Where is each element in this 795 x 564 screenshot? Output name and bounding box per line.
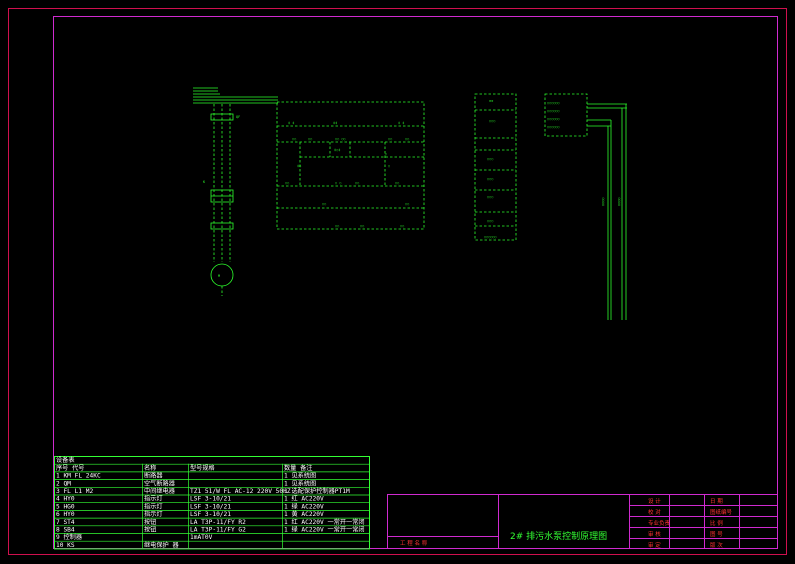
- svg-text:○○: ○○: [400, 224, 404, 228]
- parts-table-cell: 1 选配保护控制器PT1M: [284, 487, 350, 495]
- parts-table-cell: 按钮: [144, 518, 156, 526]
- svg-text:○○○: ○○○: [487, 195, 493, 199]
- parts-table-cell: 1 黄 AC220V: [284, 510, 324, 518]
- title-block-label: 审 核: [648, 530, 661, 538]
- title-block-label: 专业负责: [648, 519, 671, 527]
- svg-text:‡ ‡: ‡ ‡: [288, 121, 294, 125]
- title-block: 工 程 名 称 2# 排污水泵控制原理图 设 计 日 期校 对 图纸编号专业负责 比 …: [387, 494, 778, 549]
- svg-text:○○: ○○: [360, 224, 364, 228]
- outer-frame: [8, 8, 787, 555]
- title-block-label: 审 定: [648, 541, 661, 549]
- parts-table-cell: 1 KM FL 24KC: [56, 473, 101, 480]
- parts-table-cell: 1 绿 AC220V 一常开一常闭: [284, 526, 365, 534]
- title-block-label: 校 对: [648, 508, 661, 516]
- motor-symbol: [210, 263, 234, 287]
- svg-text:‡○‡: ‡○‡: [334, 148, 340, 152]
- title-block-value: 比 例: [710, 519, 723, 527]
- parts-table-cell: LSF 3-10/21: [190, 511, 231, 518]
- parts-table-cell: 2 QM: [56, 480, 71, 487]
- svg-text:○○○○: ○○○○: [601, 198, 605, 206]
- svg-text:○○○: ○○○: [487, 219, 493, 223]
- svg-text:○○○○○○: ○○○○○○: [547, 101, 560, 105]
- main-power-circuit: K QF M: [193, 87, 278, 296]
- parts-table-cell: LA T3P-11/FY G2: [190, 527, 246, 534]
- svg-text:○○○○○○: ○○○○○○: [547, 125, 560, 129]
- parts-table-cell: LA T3P-11/FY R2: [190, 519, 246, 526]
- parts-table-header: 数量 备注: [284, 464, 312, 472]
- parts-table-cell: 3 FL L1 M2: [56, 488, 94, 495]
- wiring-bundle: ○○○○○○ ○○○○○○ ○○○○○○ ○○○○○○ ○○○○ ○○○○: [544, 93, 627, 320]
- svg-text:⊙⊙: ⊙⊙: [489, 99, 493, 103]
- terminal-block: ⊙⊙○○○ ○○○○○○ ○○○○○○ ○○○○○○: [474, 93, 517, 241]
- svg-text:‡ ‡: ‡ ‡: [398, 121, 404, 125]
- parts-table-cell: 指示灯: [144, 502, 163, 510]
- svg-text:K: K: [203, 180, 206, 184]
- parts-table-cell: TZ1 51/W FL AC-12 220V 50HZ: [190, 488, 291, 495]
- svg-text:○○○○○○: ○○○○○○: [547, 109, 560, 113]
- parts-table-cell: 4 HY0: [56, 496, 75, 503]
- parts-table-cell: 指示灯: [144, 495, 163, 503]
- parts-table-cell: LSF 3-10/21: [190, 503, 231, 510]
- svg-text:○○: ○○: [322, 202, 326, 206]
- parts-table-cell: 1 绿 AC220V: [284, 502, 324, 510]
- parts-table-cell: 7 ST4: [56, 519, 75, 526]
- svg-text:○○○○○○: ○○○○○○: [484, 235, 497, 239]
- parts-table-header: 名称: [144, 464, 156, 472]
- svg-text:○: ○: [388, 164, 390, 168]
- parts-table-cell: LSF 3-10/21: [190, 496, 231, 503]
- svg-text:○○○: ○○○: [487, 157, 493, 161]
- svg-text:○○: ○○: [292, 137, 296, 141]
- svg-text:‡○: ‡○: [297, 164, 301, 168]
- parts-table-header: 型号规格: [190, 464, 216, 472]
- parts-table-cell: 中间继电器: [144, 487, 176, 495]
- drawing-title: 2# 排污水泵控制原理图: [510, 530, 607, 542]
- parts-table: 设备表序号 代号 名称 型号规格 数量 备注 1 KM FL 24KC 断路器 1 见系统图…: [54, 456, 370, 550]
- control-circuit: ‡ ‡ ‡‡ ‡ ‡ ○○ ○○ ○○ ○○ ○○ ○○ ‡○‡○ ‡○ ○ ○○ ○ ○ ○○ ○…: [276, 101, 425, 230]
- parts-table-cell: 空气断路器: [144, 479, 176, 487]
- parts-table-header: 序号 代号: [56, 464, 84, 472]
- cad-drawing-canvas: K QF M ‡ ‡ ‡‡ ‡ ‡ ○○ ○○ ○○ ○○ ○○ ○○ ‡○‡○ ‡○ ○ ○…: [8, 8, 787, 555]
- svg-text:QF: QF: [236, 115, 240, 119]
- svg-text:○○: ○○: [395, 181, 399, 185]
- parts-table-cell: 继电保护 器: [144, 541, 179, 549]
- svg-text:○○○: ○○○: [489, 119, 495, 123]
- title-block-label: 设 计: [648, 497, 661, 505]
- project-name-label: 工 程 名 称: [400, 539, 428, 547]
- svg-text:M: M: [218, 274, 220, 278]
- parts-table-cell: 1 红 AC220V 一常开一常闭: [284, 518, 365, 526]
- parts-table-cell: 10 KS: [56, 542, 75, 549]
- parts-table-cell: 1 见系统图: [284, 472, 316, 480]
- svg-text:○○: ○○: [405, 137, 409, 141]
- title-block-value: 日 期: [710, 498, 723, 505]
- svg-text:○○: ○○: [285, 181, 289, 185]
- parts-table-cell: 1 见系统图: [284, 479, 316, 487]
- svg-text:○○ ○○: ○○ ○○: [335, 137, 346, 141]
- parts-table-cell: 1 红 AC220V: [284, 495, 324, 503]
- title-block-value: 图纸编号: [710, 508, 733, 516]
- title-block-value: 版 次: [710, 541, 723, 549]
- svg-text:○: ○: [385, 152, 387, 156]
- inner-frame: [53, 16, 778, 549]
- svg-text:○○: ○○: [388, 137, 392, 141]
- svg-text:○○○○: ○○○○: [617, 198, 621, 206]
- parts-table-cell: 8 SB4: [56, 527, 75, 534]
- parts-table-cell: 5 HG0: [56, 503, 75, 510]
- parts-table-cell: 1mAT0V: [190, 534, 213, 541]
- parts-table-cell: 6 HY0: [56, 511, 75, 518]
- svg-text:○○: ○○: [308, 137, 312, 141]
- parts-table-cell: 9 控制器: [56, 533, 83, 541]
- svg-text:○○: ○○: [355, 181, 359, 185]
- title-block-value: 图 号: [710, 530, 723, 538]
- parts-table-heading: 设备表: [56, 456, 75, 464]
- parts-table-cell: 按钮: [144, 526, 156, 534]
- svg-text:○○: ○○: [405, 202, 409, 206]
- parts-table-cell: 断路器: [144, 472, 163, 480]
- svg-text:○○: ○○: [335, 224, 339, 228]
- parts-table-cell: 指示灯: [144, 510, 163, 518]
- svg-text:○○○: ○○○: [487, 177, 493, 181]
- svg-text:‡‡: ‡‡: [333, 121, 337, 125]
- svg-text:○○○○○○: ○○○○○○: [547, 117, 560, 121]
- svg-text:○ ○: ○ ○: [335, 181, 341, 185]
